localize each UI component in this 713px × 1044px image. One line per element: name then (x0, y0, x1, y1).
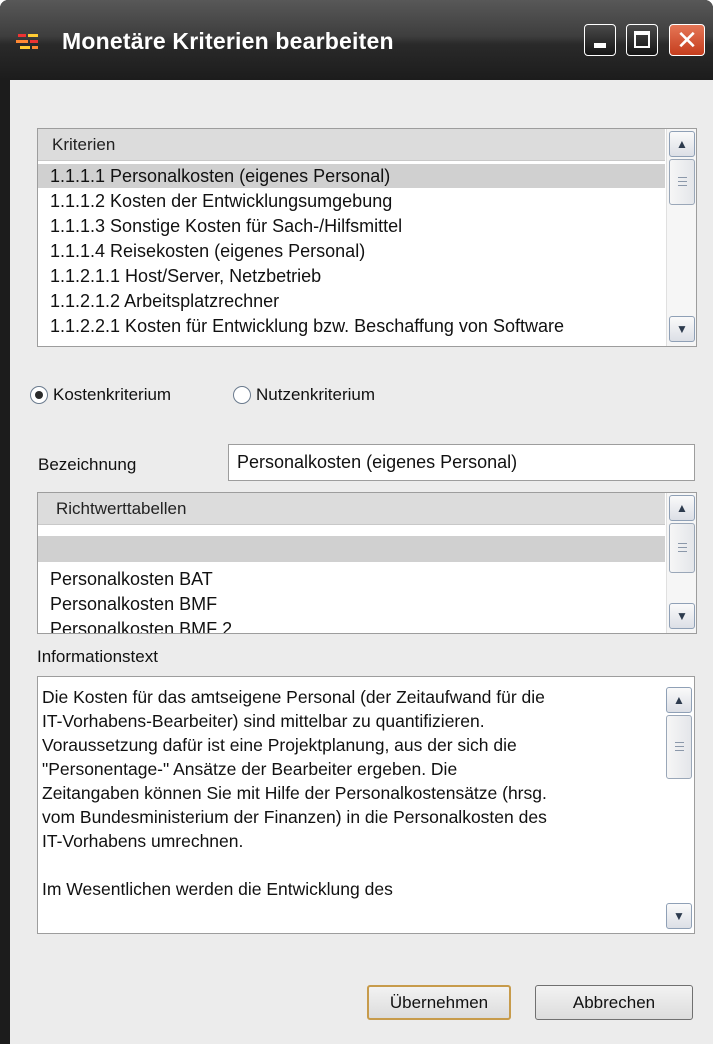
list-item[interactable]: 1.1.2.1.2 Arbeitsplatzrechner (38, 289, 665, 313)
scroll-thumb[interactable] (669, 523, 695, 573)
scroll-up-icon[interactable]: ▲ (666, 687, 692, 713)
criteria-list-header[interactable]: Kriterien (38, 129, 665, 161)
list-item[interactable] (38, 536, 665, 562)
info-line: IT-Vorhabens umrechnen. (42, 831, 244, 851)
scroll-down-icon[interactable]: ▼ (669, 316, 695, 342)
scroll-down-icon[interactable]: ▼ (669, 603, 695, 629)
radio-label: Nutzenkriterium (256, 385, 376, 404)
scroll-thumb[interactable] (666, 715, 692, 779)
info-line: Voraussetzung dafür ist eine Projektplan… (42, 735, 517, 755)
info-line: vom Bundesministerium der Finanzen) in d… (42, 807, 547, 827)
close-button[interactable]: ✕ (669, 24, 705, 56)
maximize-icon (634, 31, 650, 48)
list-item[interactable]: Personalkosten BAT (38, 567, 665, 591)
list-item[interactable]: 1.1.1.1 Personalkosten (eigenes Personal… (38, 164, 665, 188)
radio-kostenkriterium[interactable]: Kostenkriterium (30, 385, 171, 405)
info-line: Im Wesentlichen werden die Entwicklung d… (42, 879, 393, 899)
radio-nutzenkriterium[interactable]: Nutzenkriterium (233, 385, 375, 405)
radio-unselected-icon[interactable] (233, 386, 251, 404)
info-line: Zeitangaben können Sie mit Hilfe der Per… (42, 783, 547, 803)
richtwert-scrollbar[interactable]: ▲ ▼ (666, 493, 696, 633)
richtwert-list-header[interactable]: Richtwerttabellen (38, 493, 665, 525)
title-bar[interactable]: Monetäre Kriterien bearbeiten ✕ (0, 0, 713, 80)
list-item[interactable]: 1.1.2.1.1 Host/Server, Netzbetrieb (38, 264, 665, 288)
minimize-button[interactable] (584, 24, 616, 56)
maximize-button[interactable] (626, 24, 658, 56)
close-icon: ✕ (676, 25, 698, 55)
scroll-down-icon[interactable]: ▼ (666, 903, 692, 929)
criteria-app-icon (16, 34, 38, 49)
list-item[interactable]: Personalkosten BMF (38, 592, 665, 616)
dialog-client-area: Kriterien 1.1.1.1 Personalkosten (eigene… (10, 80, 713, 1044)
info-line: IT-Vorhabens-Bearbeiter) sind mittelbar … (42, 711, 485, 731)
info-scrollbar[interactable]: ▲ ▼ (664, 677, 694, 933)
info-label: Informationstext (37, 647, 158, 666)
list-item[interactable]: 1.1.1.3 Sonstige Kosten für Sach-/Hilfsm… (38, 214, 665, 238)
info-line: Die Kosten für das amtseigene Personal (… (42, 687, 545, 707)
criteria-scrollbar[interactable]: ▲ ▼ (666, 129, 696, 346)
scroll-up-icon[interactable]: ▲ (669, 131, 695, 157)
ubernehmen-button[interactable]: Übernehmen (367, 985, 511, 1020)
bezeichnung-input[interactable]: Personalkosten (eigenes Personal) (228, 444, 695, 481)
scroll-thumb[interactable] (669, 159, 695, 205)
bezeichnung-label: Bezeichnung (38, 455, 137, 474)
list-item[interactable]: Personalkosten BMF 2 (38, 617, 665, 633)
info-line: "Personentage-" Ansätze der Bearbeiter e… (42, 759, 458, 779)
scroll-up-icon[interactable]: ▲ (669, 495, 695, 521)
radio-selected-icon[interactable] (30, 386, 48, 404)
minimize-icon (594, 43, 606, 48)
window-title: Monetäre Kriterien bearbeiten (62, 28, 394, 54)
list-item[interactable]: 1.1.2.2.1 Kosten für Entwicklung bzw. Be… (38, 314, 665, 338)
list-item[interactable]: 1.1.1.4 Reisekosten (eigenes Personal) (38, 239, 665, 263)
list-item[interactable]: 1.1.1.2 Kosten der Entwicklungsumgebung (38, 189, 665, 213)
radio-label: Kostenkriterium (53, 385, 172, 404)
criteria-listbox[interactable]: Kriterien 1.1.1.1 Personalkosten (eigene… (37, 128, 697, 347)
info-textarea[interactable]: Die Kosten für das amtseigene Personal (… (37, 676, 695, 934)
richtwert-listbox[interactable]: Richtwerttabellen Personalkosten BAT Per… (37, 492, 697, 634)
dialog-window: Monetäre Kriterien bearbeiten ✕ Kriterie… (0, 0, 713, 1044)
abbrechen-button[interactable]: Abbrechen (535, 985, 693, 1020)
